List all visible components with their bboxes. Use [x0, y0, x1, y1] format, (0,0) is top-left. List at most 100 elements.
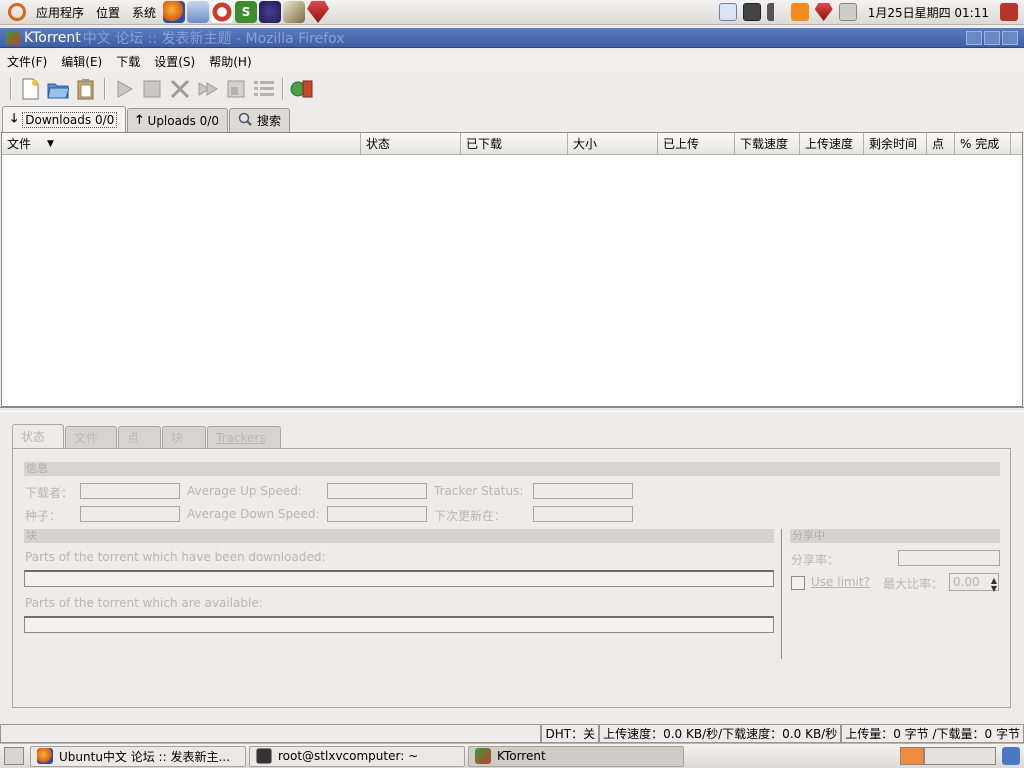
search-icon — [238, 112, 252, 129]
ktorrent-icon — [475, 748, 491, 764]
tab-uploads[interactable]: 🡑 Uploads 0/0 — [127, 108, 228, 132]
queue-manager-icon[interactable] — [251, 76, 277, 102]
column-time-left[interactable]: 剩余时间 — [864, 133, 927, 154]
update-icon[interactable] — [790, 3, 809, 21]
firefox-icon[interactable] — [163, 1, 186, 23]
ruby-icon[interactable] — [814, 3, 833, 21]
column-uploaded[interactable]: 已上传 — [658, 133, 735, 154]
downloaded-parts-label: Parts of the torrent which have been dow… — [25, 550, 326, 564]
tab-peers[interactable]: 点 — [118, 426, 161, 448]
bird-icon[interactable] — [283, 1, 306, 23]
start-icon[interactable] — [111, 76, 137, 102]
task-ktorrent-label: KTorrent — [497, 749, 546, 763]
close-button[interactable] — [1002, 30, 1018, 45]
detail-panel: 状态 文件 点 块 Trackers 信息 下载者： Average Up Sp… — [12, 424, 1011, 708]
tab-uploads-label: Uploads 0/0 — [147, 113, 219, 128]
task-terminal[interactable]: root@stlxvcomputer: ~ — [249, 745, 465, 767]
minimize-button[interactable] — [966, 30, 982, 45]
avg-up-value — [327, 483, 427, 499]
share-header: 分享中 — [790, 529, 1000, 543]
detail-tabs: 状态 文件 点 块 Trackers — [12, 424, 1011, 448]
tracker-status-value — [533, 483, 633, 499]
remove-icon[interactable] — [167, 76, 193, 102]
next-update-value — [533, 506, 633, 522]
column-size[interactable]: 大小 — [568, 133, 658, 154]
toolbar-grip — [10, 78, 12, 100]
tab-status[interactable]: 状态 — [12, 424, 64, 448]
network-icon[interactable] — [718, 3, 737, 21]
volume-icon[interactable] — [766, 3, 785, 21]
eclipse-icon[interactable] — [259, 1, 282, 23]
bottom-panel: Ubuntu中文 论坛 :: 发表新主... root@stlxvcompute… — [0, 743, 1024, 768]
trash-icon[interactable] — [1002, 747, 1020, 765]
maximize-button[interactable] — [984, 30, 1000, 45]
paste-icon[interactable] — [73, 76, 99, 102]
toolbar — [0, 74, 1024, 104]
splitter-handle[interactable] — [0, 407, 1024, 412]
printer-icon[interactable] — [838, 3, 857, 21]
arrow-down-icon: 🡓 — [11, 111, 18, 125]
avg-up-label: Average Up Speed: — [187, 484, 302, 498]
mail-icon[interactable] — [187, 1, 210, 23]
sort-down-icon: ▼ — [47, 138, 54, 149]
queue-icon[interactable] — [195, 76, 221, 102]
toolbar-separator — [104, 78, 106, 100]
task-firefox-label: Ubuntu中文 论坛 :: 发表新主... — [59, 749, 230, 764]
column-up-speed[interactable]: 上传速度 — [800, 133, 864, 154]
use-limit-label[interactable]: Use limit? — [811, 575, 870, 589]
tab-downloads[interactable]: 🡓 Downloads 0/0 — [2, 106, 127, 132]
terminal-icon[interactable]: S — [235, 1, 258, 23]
display-icon[interactable] — [742, 3, 761, 21]
main-tabs: 🡓 Downloads 0/0 🡑 Uploads 0/0 搜索 — [0, 106, 1024, 132]
tab-search[interactable]: 搜索 — [228, 108, 290, 132]
column-status[interactable]: 状态 — [361, 133, 461, 154]
toolbar-separator — [282, 78, 284, 100]
ipfilter-icon[interactable] — [289, 76, 315, 102]
spin-down-icon[interactable]: ▼ — [991, 581, 997, 597]
help-icon[interactable] — [211, 1, 234, 23]
workspace-2[interactable] — [924, 747, 996, 765]
task-firefox[interactable]: Ubuntu中文 论坛 :: 发表新主... — [30, 745, 246, 767]
ktorrent-app-icon — [6, 31, 20, 45]
column-file[interactable]: 文件 ▼ — [2, 133, 361, 154]
workspace-switcher[interactable] — [900, 747, 1024, 765]
window-titlebar[interactable]: KTorrent 中文 论坛 :: 发表新主题 - Mozilla Firefo… — [0, 28, 1024, 48]
system-menu[interactable]: 系统 — [126, 4, 162, 21]
tab-chunks[interactable]: 块 — [162, 426, 206, 448]
ubuntu-logo-icon[interactable] — [8, 3, 26, 21]
status-speed: 上传速度：0.0 KB/秒/下载速度：0.0 KB/秒 — [599, 724, 842, 743]
ruby-icon[interactable] — [307, 1, 330, 23]
use-limit-checkbox[interactable] — [791, 576, 805, 590]
show-desktop-icon[interactable] — [4, 747, 24, 765]
column-down-speed[interactable]: 下载速度 — [735, 133, 800, 154]
next-update-label: 下次更新在： — [434, 509, 507, 523]
available-parts-bar — [24, 616, 774, 633]
workspace-1[interactable] — [900, 747, 924, 765]
new-icon[interactable] — [17, 76, 43, 102]
tab-files[interactable]: 文件 — [65, 426, 117, 448]
check-data-icon[interactable] — [223, 76, 249, 102]
avg-down-value — [327, 506, 427, 522]
column-percent-complete[interactable]: % 完成 — [955, 133, 1011, 154]
column-peers[interactable]: 点 — [927, 133, 955, 154]
menu-edit[interactable]: 编辑(E) — [54, 53, 109, 70]
status-message — [0, 724, 542, 743]
tab-trackers[interactable]: Trackers — [207, 426, 281, 448]
task-ktorrent[interactable]: KTorrent — [468, 745, 684, 767]
places-menu[interactable]: 位置 — [90, 4, 126, 21]
open-icon[interactable] — [45, 76, 71, 102]
torrent-list[interactable]: 文件 ▼ 状态 已下载 大小 已上传 下载速度 上传速度 剩余时间 点 % 完成 — [1, 132, 1023, 407]
stop-icon[interactable] — [139, 76, 165, 102]
menu-download[interactable]: 下载 — [109, 53, 147, 70]
menu-settings[interactable]: 设置(S) — [147, 53, 202, 70]
logout-icon[interactable] — [1000, 3, 1018, 21]
max-ratio-spinbox[interactable]: 0.00 ▲ ▼ — [949, 573, 999, 593]
menu-file[interactable]: 文件(F) — [0, 53, 54, 70]
applications-menu[interactable]: 应用程序 — [30, 4, 90, 21]
clock[interactable]: 1月25日星期四 01:11 — [860, 4, 997, 21]
column-downloaded[interactable]: 已下载 — [461, 133, 568, 154]
column-header: 文件 ▼ 状态 已下载 大小 已上传 下载速度 上传速度 剩余时间 点 % 完成 — [2, 133, 1022, 155]
share-ratio-label: 分享率： — [791, 553, 840, 567]
share-ratio-value — [898, 550, 1000, 566]
menu-help[interactable]: 帮助(H) — [202, 53, 258, 70]
